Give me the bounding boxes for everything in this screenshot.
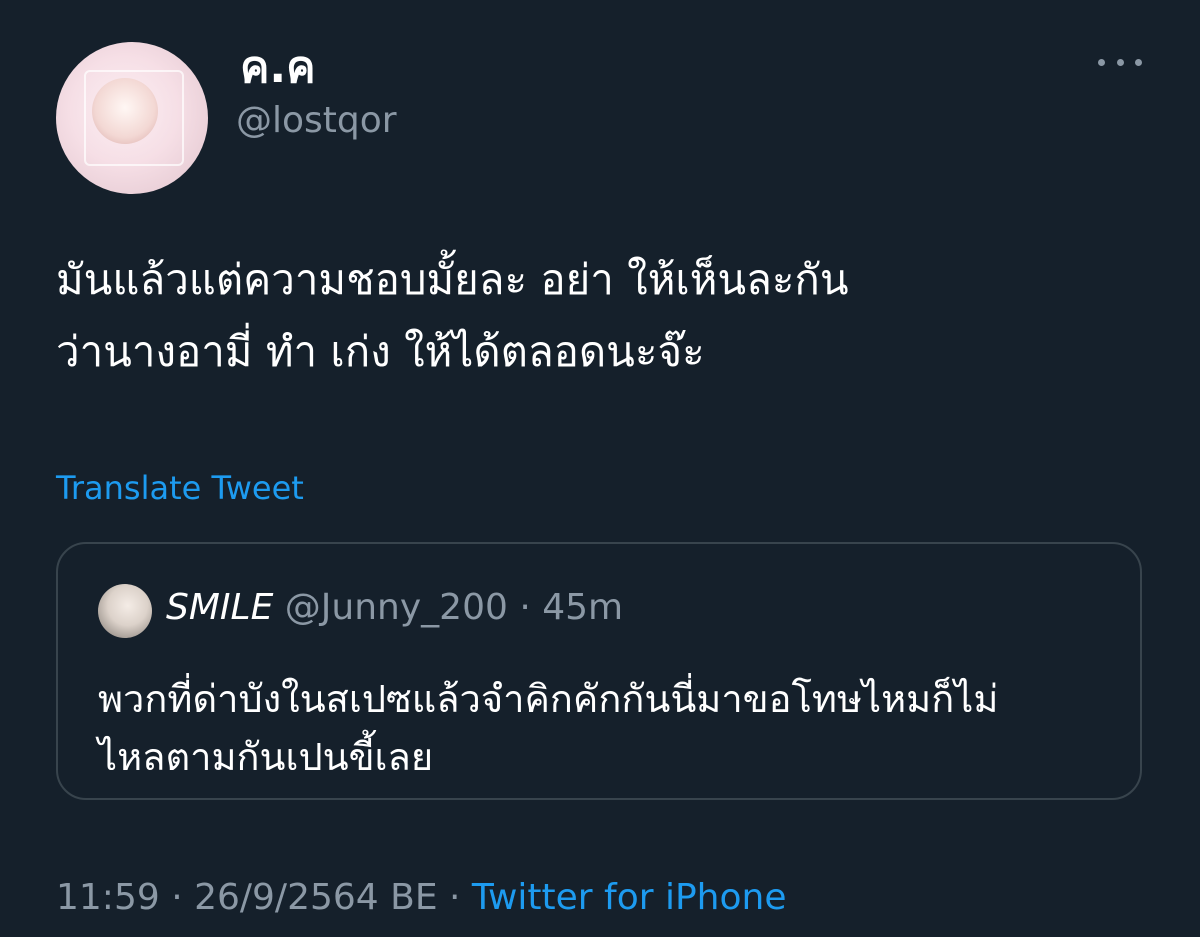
tweet-container: ค.ค @lostqor มันแล้วแต่ความชอบมั้ยละ อย่… [0,0,1200,937]
author-avatar[interactable] [56,42,208,194]
footer-separator: · [437,877,472,918]
tweet-date[interactable]: 26/9/2564 BE [194,877,437,918]
tweet-source-link[interactable]: Twitter for iPhone [472,877,787,918]
tweet-time[interactable]: 11:59 [56,877,160,918]
author-handle[interactable]: @lostqor [236,96,397,146]
quoted-author-avatar [98,584,152,638]
footer-separator: · [159,877,195,918]
more-dot-icon [1098,58,1105,66]
quoted-tweet-text: พวกที่ด่าบังในสเปซแล้วจำคิกคักกันนี่มาขอ… [98,677,999,779]
more-dot-icon [1135,58,1142,66]
tweet-footer: 11:59 · 26/9/2564 BE · Twitter for iPhon… [56,872,786,924]
quoted-author-handle: @Junny_200 [284,587,508,628]
tweet-text: มันแล้วแต่ความชอบมั้ยละ อย่า ให้เห็นละกั… [56,255,849,376]
translate-tweet-link[interactable]: Translate Tweet [56,466,304,510]
quoted-tweet-header: SMILE @Junny_200 · 45m [166,582,623,634]
quoted-tweet-time: 45m [542,587,624,628]
quoted-tweet-card[interactable]: SMILE @Junny_200 · 45m พวกที่ด่าบังในสเป… [56,542,1142,800]
more-dot-icon [1116,58,1124,66]
author-display-name[interactable]: ค.ค [240,40,316,96]
avatar-face-image [92,78,158,144]
quoted-meta-separator: · [507,587,543,628]
more-options-icon[interactable] [1098,52,1142,72]
quoted-author-display-name: SMILE [166,587,274,628]
